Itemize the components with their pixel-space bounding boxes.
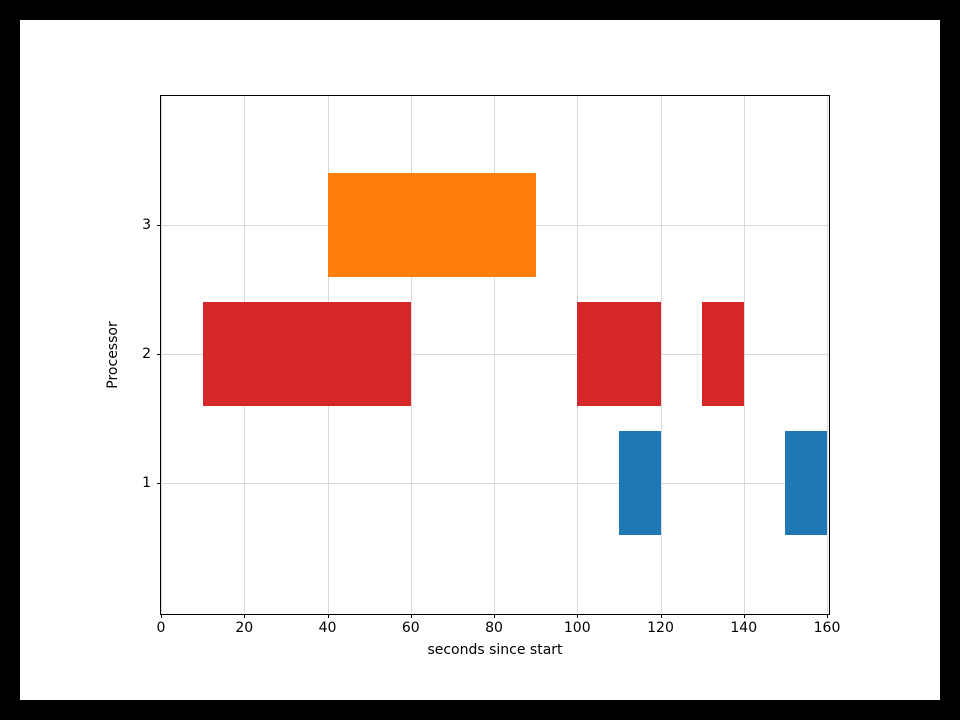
y-tick-label: 1: [142, 475, 151, 491]
y-tick: [157, 354, 161, 355]
x-tick: [744, 614, 745, 618]
x-axis-label: seconds since start: [427, 642, 562, 658]
x-tick-label: 140: [730, 620, 757, 636]
x-tick-label: 160: [814, 620, 841, 636]
y-tick: [157, 225, 161, 226]
bar-segment: [577, 302, 660, 405]
y-tick-label: 3: [142, 217, 151, 233]
x-tick: [244, 614, 245, 618]
x-tick-label: 120: [647, 620, 674, 636]
bar-segment: [619, 431, 661, 534]
y-tick-label: 2: [142, 346, 151, 362]
x-tick-label: 40: [319, 620, 337, 636]
x-gridline: [744, 96, 745, 614]
bar-segment: [702, 302, 744, 405]
y-tick: [157, 483, 161, 484]
x-tick-label: 100: [564, 620, 591, 636]
x-tick-label: 60: [402, 620, 420, 636]
bar-segment: [785, 431, 827, 534]
x-gridline: [161, 96, 162, 614]
x-tick: [494, 614, 495, 618]
x-tick: [161, 614, 162, 618]
x-gridline: [661, 96, 662, 614]
x-tick: [577, 614, 578, 618]
figure-frame: seconds since start Processor 0 20 40 60 80 1…: [20, 20, 940, 700]
x-tick-label: 0: [157, 620, 166, 636]
x-gridline: [827, 96, 828, 614]
x-tick: [411, 614, 412, 618]
x-tick-label: 20: [235, 620, 253, 636]
x-tick: [827, 614, 828, 618]
plot-area: seconds since start Processor 0204060801…: [160, 95, 830, 615]
x-tick: [328, 614, 329, 618]
x-tick: [661, 614, 662, 618]
y-gridline: [161, 483, 829, 484]
bar-segment: [328, 173, 536, 276]
x-tick-label: 80: [485, 620, 503, 636]
y-axis-label: Processor: [105, 321, 121, 388]
bar-segment: [203, 302, 411, 405]
